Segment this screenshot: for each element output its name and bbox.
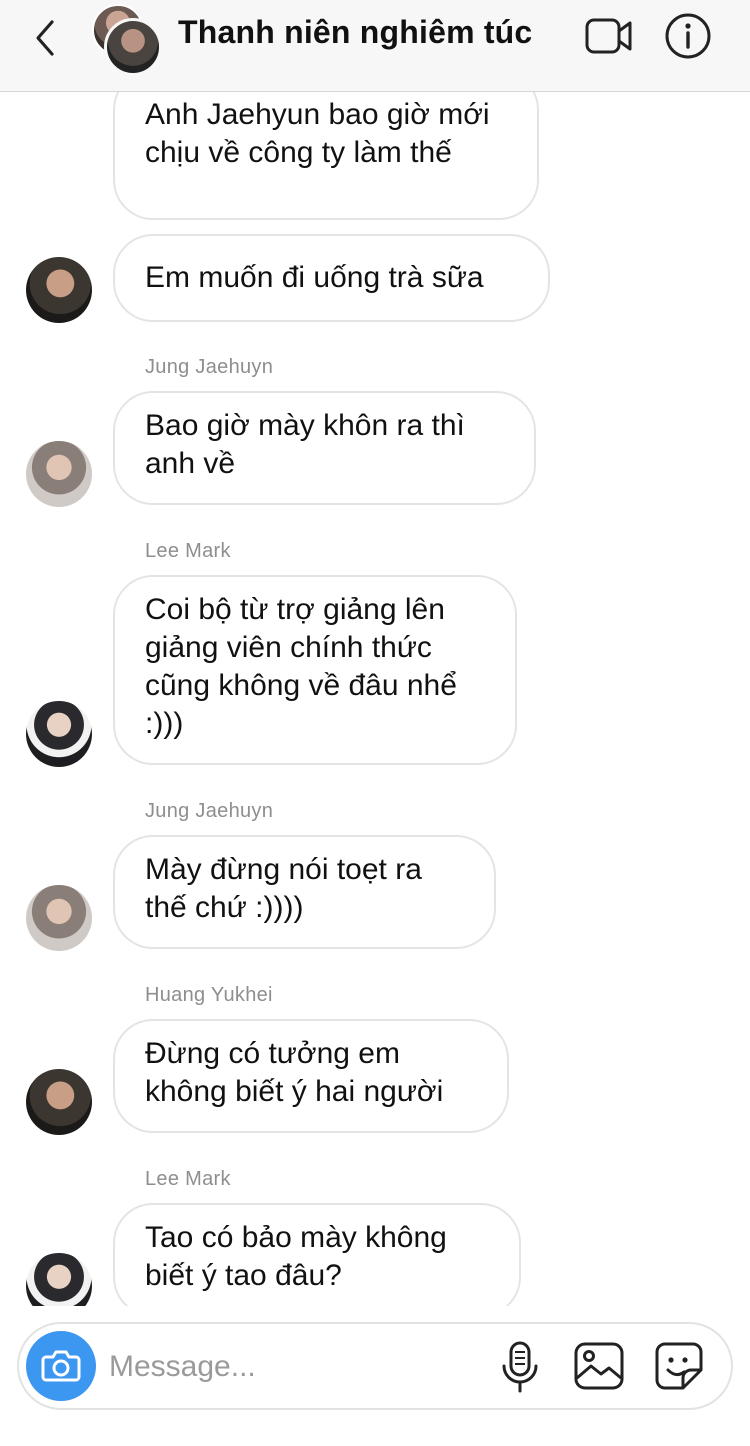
avatar[interactable]: [26, 257, 92, 323]
avatar[interactable]: [26, 701, 92, 767]
sender-name: Jung Jaehuyn: [145, 356, 274, 378]
message-bubble[interactable]: Mày đừng nói toẹt ra thế chứ :)))): [113, 835, 496, 949]
message-bubble[interactable]: Bao giờ mày khôn ra thì anh về: [113, 391, 536, 505]
voice-message-button[interactable]: [497, 1340, 543, 1394]
avatar[interactable]: [26, 1253, 92, 1306]
page-title[interactable]: Thanh niên nghiêm túc: [178, 14, 532, 51]
message-input[interactable]: [109, 1342, 479, 1392]
message-bubble[interactable]: Đừng có tưởng em không biết ý hai người: [113, 1019, 509, 1133]
sticker-icon: [655, 1342, 703, 1390]
video-camera-icon: [585, 18, 632, 54]
chat-header: Thanh niên nghiêm túc: [0, 0, 750, 92]
sender-name: Huang Yukhei: [145, 984, 273, 1006]
avatar[interactable]: [26, 441, 92, 507]
message-text: Em muốn đi uống trà sữa: [145, 261, 484, 294]
message-text: Coi bộ từ trợ giảng lên giảng viên chính…: [145, 593, 457, 740]
message-bubble[interactable]: Anh Jaehyun bao giờ mới chịu về công ty …: [113, 92, 539, 220]
microphone-icon: [502, 1341, 538, 1393]
message-text: Bao giờ mày khôn ra thì anh về: [145, 409, 465, 480]
avatar[interactable]: [26, 1069, 92, 1135]
message-text: Mày đừng nói toẹt ra thế chứ :)))): [145, 853, 422, 924]
camera-icon: [41, 1350, 81, 1382]
info-icon: [665, 13, 711, 59]
sender-name: Jung Jaehuyn: [145, 800, 274, 822]
info-button[interactable]: [664, 12, 712, 60]
chevron-left-icon: [36, 20, 54, 56]
message-composer: [17, 1322, 733, 1410]
message-thread[interactable]: Anh Jaehyun bao giờ mới chịu về công ty …: [0, 92, 750, 1306]
sender-name: Lee Mark: [145, 1168, 231, 1190]
image-icon: [574, 1342, 624, 1390]
avatar[interactable]: [26, 885, 92, 951]
video-call-button[interactable]: [584, 14, 634, 58]
message-bubble[interactable]: Tao có bảo mày không biết ý tao đâu?: [113, 1203, 521, 1306]
message-text: Đừng có tưởng em không biết ý hai người: [145, 1037, 444, 1108]
sender-name: Lee Mark: [145, 540, 231, 562]
avatar: [104, 18, 162, 76]
message-bubble[interactable]: Coi bộ từ trợ giảng lên giảng viên chính…: [113, 575, 517, 765]
gallery-button[interactable]: [573, 1340, 625, 1392]
group-avatar[interactable]: [92, 4, 162, 76]
message-text: Anh Jaehyun bao giờ mới chịu về công ty …: [145, 98, 490, 169]
back-button[interactable]: [28, 16, 64, 60]
sticker-button[interactable]: [653, 1340, 705, 1392]
camera-button[interactable]: [26, 1331, 96, 1401]
message-bubble[interactable]: Em muốn đi uống trà sữa: [113, 234, 550, 322]
message-text: Tao có bảo mày không biết ý tao đâu?: [145, 1221, 447, 1292]
